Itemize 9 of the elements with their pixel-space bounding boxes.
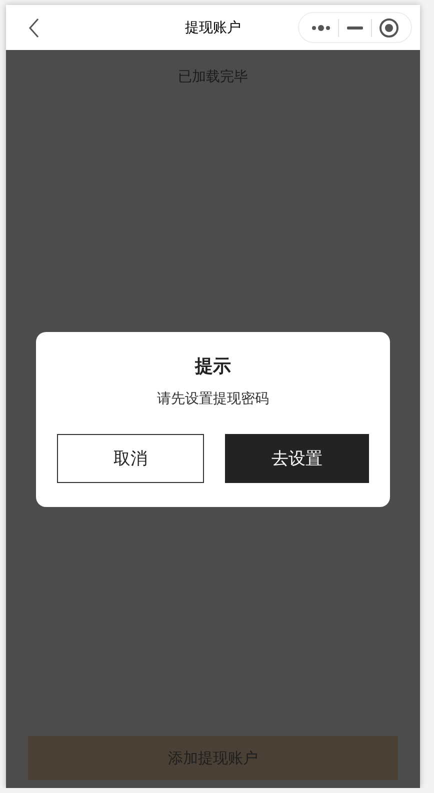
minimize-icon[interactable] (346, 26, 363, 30)
dialog-title: 提示 (195, 354, 231, 378)
confirm-button[interactable]: 去设置 (224, 434, 369, 482)
more-icon[interactable] (310, 24, 331, 32)
cancel-button[interactable]: 取消 (57, 434, 204, 482)
back-icon[interactable] (28, 18, 40, 38)
dialog-message: 请先设置提现密码 (157, 390, 269, 408)
page-title: 提现账户 (184, 18, 242, 36)
close-icon[interactable] (379, 18, 400, 38)
